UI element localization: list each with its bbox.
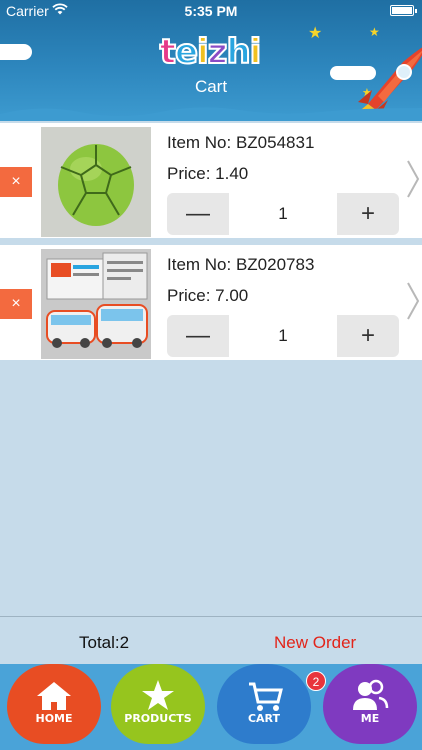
total-count: Total:2 [79, 633, 130, 652]
header: Carrier 5:35 PM ★ ★ ★ teizhi Cart [0, 0, 422, 121]
toy-bus-image [41, 249, 151, 359]
cart-icon [249, 682, 283, 711]
decrease-quantity-button[interactable]: — [167, 315, 229, 357]
item-number: Item No: BZ054831 [167, 133, 315, 152]
product-image[interactable] [41, 127, 151, 237]
teizhi-logo: teizhi [159, 31, 263, 73]
star-icon [142, 680, 174, 710]
tab-products[interactable]: PRODUCTS [111, 664, 205, 744]
tab-cart-label: CART [247, 712, 281, 725]
tab-bar: HOME PRODUCTS CART ME [0, 664, 422, 750]
tab-me[interactable]: ME [323, 664, 417, 744]
increase-quantity-button[interactable]: + [337, 315, 399, 357]
product-image[interactable] [41, 249, 151, 359]
chevron-right-icon[interactable] [406, 159, 420, 199]
quantity-input[interactable]: 1 [229, 193, 337, 235]
item-number: Item No: BZ020783 [167, 255, 315, 274]
quantity-stepper: — 1 + [167, 193, 399, 235]
quantity-stepper: — 1 + [167, 315, 399, 357]
tab-home-label: HOME [35, 712, 73, 725]
total-bar: Total:2 New Order [0, 616, 422, 664]
delete-item-button[interactable]: × [0, 167, 32, 197]
status-time: 5:35 PM [184, 3, 238, 19]
cart-item[interactable]: × Item No: BZ020783 Price: 7.00 — 1 + [0, 245, 422, 360]
cart-item[interactable]: × Item No: BZ054831 Price: 1.40 — 1 + [0, 123, 422, 238]
house-icon [37, 682, 71, 710]
cart-count-badge: 2 [306, 671, 326, 691]
green-ball-image [41, 127, 151, 237]
tab-me-label: ME [360, 712, 380, 725]
chevron-right-icon[interactable] [406, 281, 420, 321]
cloud-decoration [0, 44, 32, 60]
wave-decoration [0, 107, 422, 121]
status-bar: Carrier 5:35 PM [0, 0, 422, 22]
item-price: Price: 7.00 [167, 286, 249, 305]
quantity-input[interactable]: 1 [229, 315, 337, 357]
tab-cart[interactable]: CART [217, 664, 311, 744]
increase-quantity-button[interactable]: + [337, 193, 399, 235]
tab-products-label: PRODUCTS [124, 712, 192, 725]
battery-icon [390, 5, 417, 16]
tab-home[interactable]: HOME [7, 664, 101, 744]
star-decoration-icon: ★ [308, 25, 323, 42]
item-price: Price: 1.40 [167, 164, 249, 183]
new-order-button[interactable]: New Order [274, 633, 356, 653]
star-decoration-icon: ★ [369, 25, 380, 39]
delete-item-button[interactable]: × [0, 289, 32, 319]
decrease-quantity-button[interactable]: — [167, 193, 229, 235]
users-icon [353, 679, 389, 710]
